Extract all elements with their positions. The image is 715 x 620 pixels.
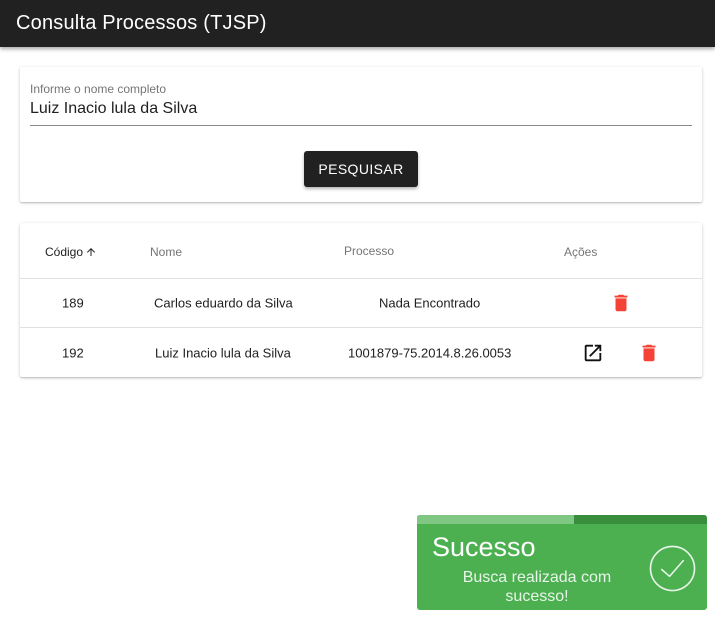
toast-progress-track: [417, 515, 707, 524]
open-in-new-icon: [584, 344, 602, 361]
delete-icon: [614, 294, 628, 312]
search-button[interactable]: PESQUISAR: [304, 151, 418, 187]
table-header: Código Nome Processo Ações: [20, 223, 702, 279]
name-field[interactable]: Informe o nome completo: [30, 80, 692, 126]
column-header-nome[interactable]: Nome: [150, 245, 182, 259]
column-header-acoes: Ações: [564, 245, 598, 259]
column-header-codigo[interactable]: Código: [45, 245, 97, 259]
toast-title: Sucesso: [432, 532, 536, 562]
column-header-codigo-label: Código: [45, 245, 84, 259]
name-field-label: Informe o nome completo: [30, 82, 167, 96]
cell-nome: Carlos eduardo da Silva: [154, 295, 293, 311]
check-circle-icon: [649, 545, 696, 592]
cell-processo: 1001879-75.2014.8.26.0053: [348, 345, 512, 360]
toast-progress-bar: [417, 515, 574, 524]
cell-processo: Nada Encontrado: [379, 295, 481, 311]
results-table: Código Nome Processo Ações 189 Carlos ed…: [20, 223, 702, 377]
app-title: Consulta Processos (TJSP): [16, 12, 267, 34]
cell-codigo: 189: [62, 295, 84, 311]
toast-message: Busca realizada com sucesso!: [462, 569, 612, 605]
table-row: 189 Carlos eduardo da Silva Nada Encontr…: [20, 279, 702, 328]
open-process-button[interactable]: [581, 341, 605, 365]
success-toast[interactable]: Sucesso Busca realizada com sucesso!: [417, 515, 707, 610]
delete-button[interactable]: [637, 341, 661, 365]
name-input[interactable]: [30, 100, 692, 118]
arrow-up-icon: [87, 248, 96, 256]
column-header-processo[interactable]: Processo: [344, 244, 394, 258]
delete-button[interactable]: [609, 291, 633, 315]
cell-codigo: 192: [62, 345, 84, 360]
cell-nome: Luiz Inacio lula da Silva: [155, 345, 291, 360]
delete-icon: [642, 344, 656, 361]
app-bar: Consulta Processos (TJSP): [0, 0, 715, 47]
search-card: Informe o nome completo PESQUISAR: [20, 67, 702, 202]
table-row: 192 Luiz Inacio lula da Silva 1001879-75…: [20, 328, 702, 377]
